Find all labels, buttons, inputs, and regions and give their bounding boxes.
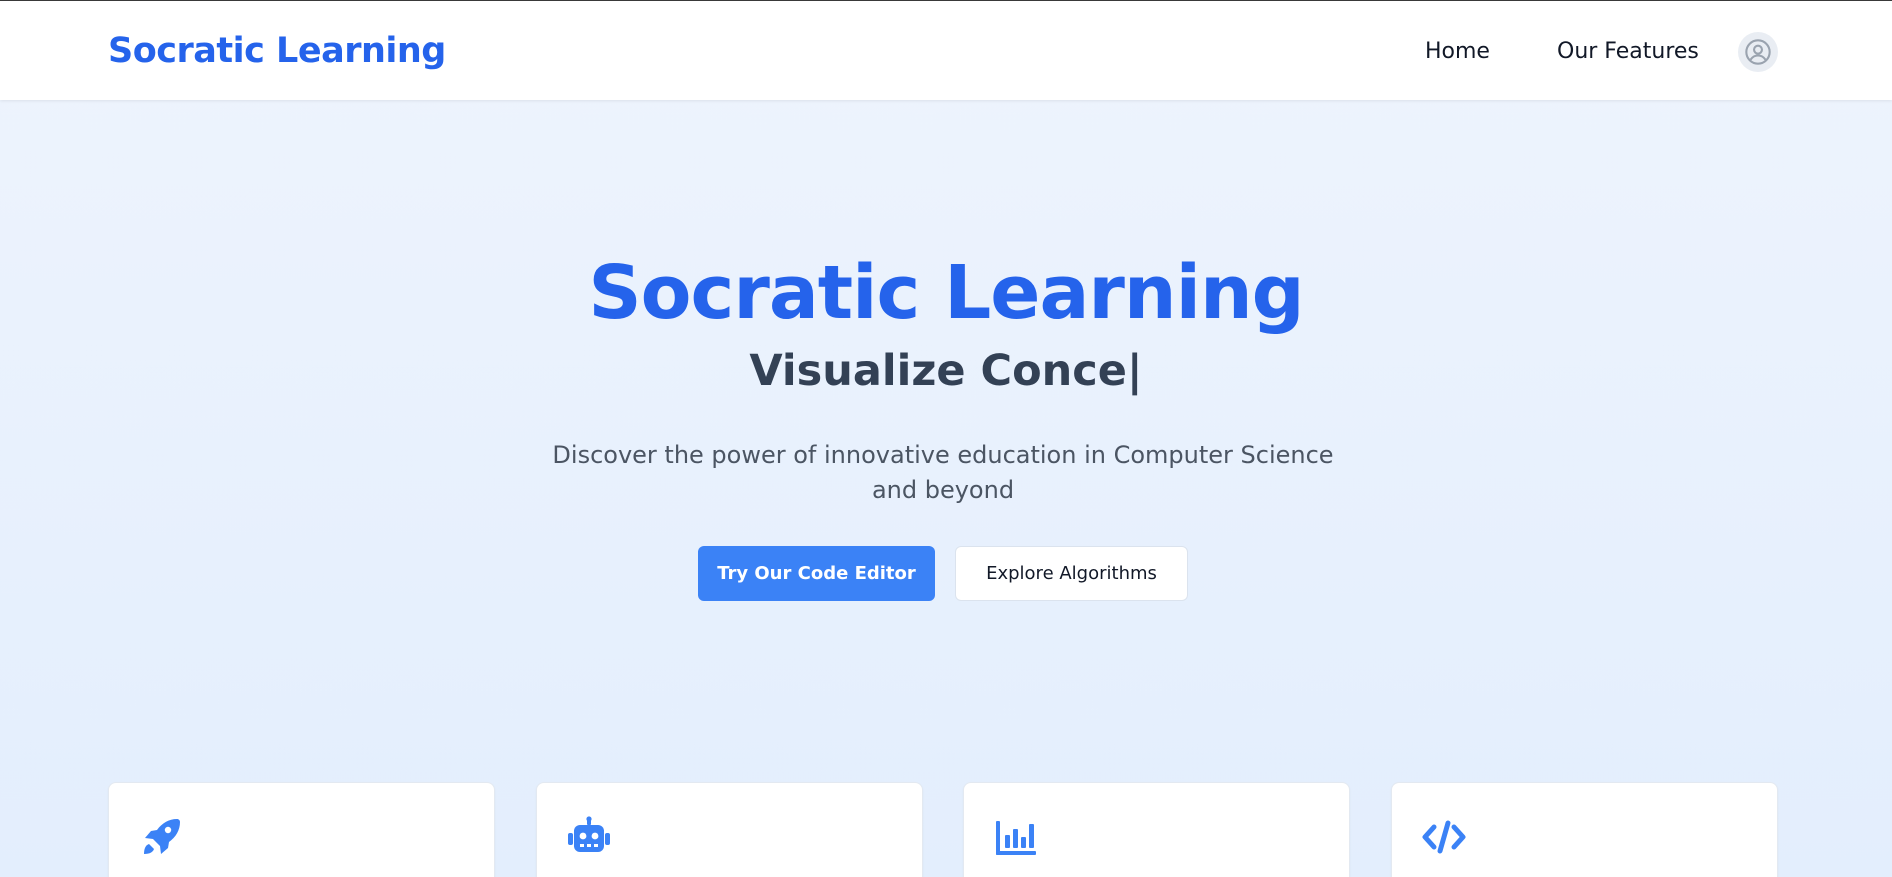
robot-icon: [568, 816, 610, 852]
rocket-icon: [144, 819, 180, 854]
hero-typing-subtitle: Visualize Conce|: [749, 346, 1143, 396]
nav-link-home[interactable]: Home: [1425, 39, 1490, 64]
explore-algorithms-button[interactable]: Explore Algorithms: [955, 546, 1188, 601]
brand-logo[interactable]: Socratic Learning: [108, 31, 446, 71]
try-code-editor-button[interactable]: Try Our Code Editor: [698, 546, 935, 601]
hero-description: Discover the power of innovative educati…: [552, 441, 1334, 504]
user-circle-icon: [1745, 39, 1771, 65]
feature-card[interactable]: [108, 782, 495, 877]
code-icon: [1422, 820, 1466, 854]
nav-link-our-features[interactable]: Our Features: [1557, 39, 1699, 64]
feature-card[interactable]: [1391, 782, 1778, 877]
feature-card[interactable]: [963, 782, 1350, 877]
hero-title: Socratic Learning: [588, 250, 1304, 336]
feature-card[interactable]: [536, 782, 923, 877]
user-avatar-button[interactable]: [1738, 32, 1778, 72]
top-navbar: Socratic Learning Home Our Features: [0, 1, 1892, 100]
bar-chart-icon: [996, 821, 1036, 855]
